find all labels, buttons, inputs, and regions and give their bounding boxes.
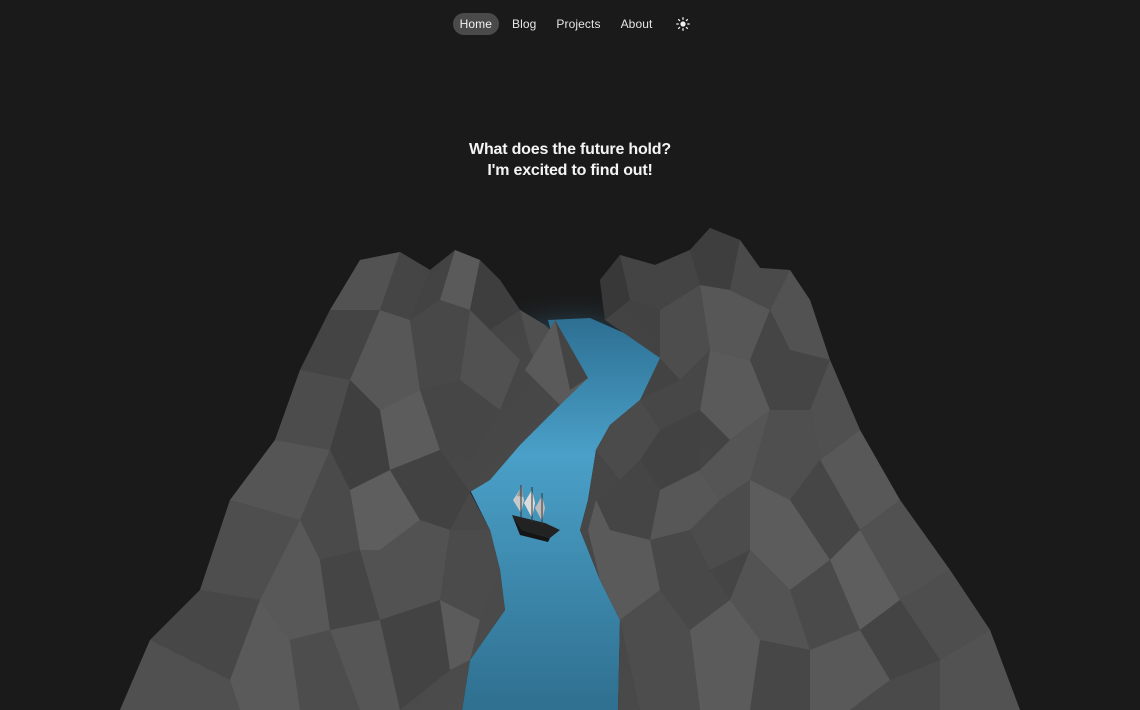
theme-toggle-button[interactable]	[672, 13, 694, 35]
hero-section: What does the future hold? I'm excited t…	[0, 139, 1140, 181]
nav-home-link[interactable]: Home	[452, 13, 499, 35]
nav-links: Home Blog Projects About	[450, 13, 695, 35]
nav-about-link[interactable]: About	[614, 13, 660, 35]
hero-headline-line-2: I'm excited to find out!	[487, 162, 653, 179]
right-rock-facets	[588, 228, 1020, 710]
sun-icon	[676, 17, 691, 31]
nav-blog-link[interactable]: Blog	[505, 13, 543, 35]
low-poly-canyon-scene	[120, 228, 1020, 710]
nav-projects-link[interactable]: Projects	[549, 13, 607, 35]
top-navigation: Home Blog Projects About	[0, 13, 1140, 35]
hero-headline-line-1: What does the future hold?	[469, 141, 671, 158]
